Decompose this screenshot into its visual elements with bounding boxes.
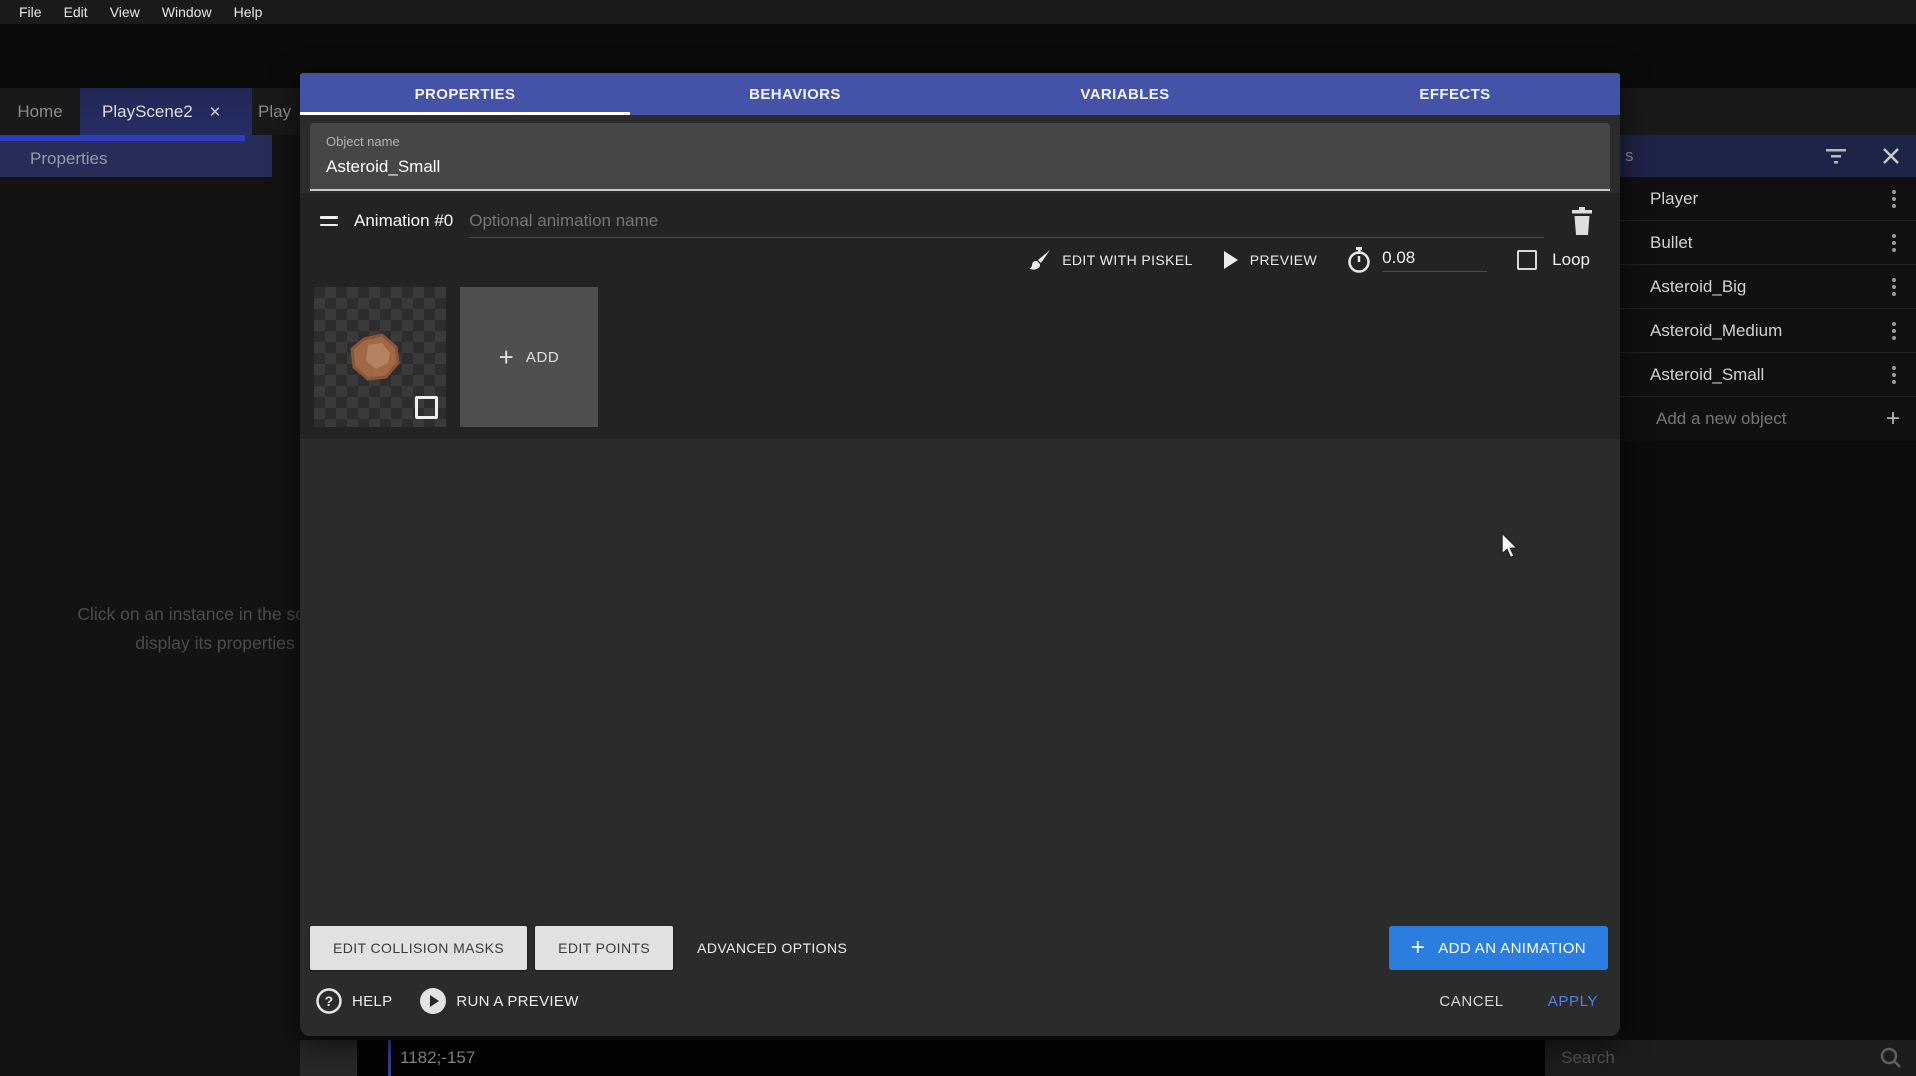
object-row-asteroid-big[interactable]: Asteroid_Big	[1620, 265, 1916, 309]
kebab-menu-icon[interactable]	[1888, 362, 1900, 388]
dialog-empty-area	[300, 439, 1620, 926]
objects-list: Player Bullet Asteroid_Big Asteroid_Medi…	[1620, 177, 1916, 441]
play-icon	[1223, 251, 1239, 269]
scene-status-bar	[300, 1040, 1545, 1076]
dialog-footer: ? HELP RUN A PREVIEW CANCEL APPLY	[300, 970, 1620, 1036]
dialog-actions: CANCEL APPLY	[1439, 993, 1598, 1010]
frame-select-checkbox[interactable]	[415, 396, 438, 419]
filter-icon[interactable]	[1824, 146, 1848, 166]
dialog-tab-bar: PROPERTIES BEHAVIORS VARIABLES EFFECTS	[300, 73, 1620, 115]
help-button[interactable]: ? HELP	[316, 988, 392, 1014]
add-frame-button[interactable]: + ADD	[460, 287, 598, 427]
time-between-frames-input[interactable]	[1382, 248, 1487, 272]
menu-window[interactable]: Window	[151, 2, 223, 22]
svg-text:?: ?	[325, 993, 334, 1009]
run-a-preview-button[interactable]: RUN A PREVIEW	[420, 988, 578, 1014]
object-row-asteroid-medium[interactable]: Asteroid_Medium	[1620, 309, 1916, 353]
animation-section: Animation #0 EDIT WITH PISKEL	[300, 193, 1620, 439]
run-preview-icon	[420, 988, 446, 1014]
dialog-buttons-row: EDIT COLLISION MASKS EDIT POINTS ADVANCE…	[300, 926, 1620, 970]
tab-home[interactable]: Home	[0, 88, 80, 135]
tab-close-icon[interactable]: ✕	[209, 103, 222, 121]
frame-thumbnail[interactable]	[314, 287, 446, 427]
object-row-bullet[interactable]: Bullet	[1620, 221, 1916, 265]
plus-icon: +	[499, 342, 514, 373]
object-row-player[interactable]: Player	[1620, 177, 1916, 221]
object-name-value[interactable]: Asteroid_Small	[326, 157, 1594, 177]
search-icon	[1880, 1047, 1902, 1069]
menu-bar: File Edit View Window Help	[0, 0, 1916, 24]
app-window: File Edit View Window Help	[0, 0, 1916, 1076]
preview-animation-button[interactable]: PREVIEW	[1223, 251, 1317, 269]
delete-animation-icon[interactable]	[1570, 207, 1594, 235]
edit-with-piskel-button[interactable]: EDIT WITH PISKEL	[1029, 249, 1193, 271]
objects-search-input[interactable]	[1545, 1048, 1880, 1068]
tab-properties[interactable]: PROPERTIES	[300, 73, 630, 115]
animation-title: Animation #0	[354, 211, 453, 231]
add-an-animation-button[interactable]: + ADD AN ANIMATION	[1389, 926, 1608, 970]
cursor-coordinates: 1182;-157	[400, 1040, 475, 1076]
brush-icon	[1029, 249, 1051, 271]
tab-variables[interactable]: VARIABLES	[960, 73, 1290, 115]
menu-edit[interactable]: Edit	[53, 2, 99, 22]
tab-effects[interactable]: EFFECTS	[1290, 73, 1620, 115]
properties-panel-header: Properties	[0, 135, 272, 177]
object-editor-dialog: PROPERTIES BEHAVIORS VARIABLES EFFECTS O…	[300, 73, 1620, 1036]
asteroid-sprite	[348, 333, 404, 385]
objects-panel-title-partial: s	[1625, 146, 1634, 166]
animation-frames-row: + ADD	[300, 283, 1620, 427]
time-between-frames-field[interactable]	[1347, 247, 1487, 273]
objects-panel-header: s	[1620, 135, 1916, 177]
edit-points-button[interactable]: EDIT POINTS	[535, 926, 673, 970]
animation-header-row: Animation #0	[300, 199, 1620, 243]
stopwatch-icon	[1347, 247, 1371, 273]
loop-checkbox[interactable]	[1517, 250, 1537, 270]
scene-status-left-block	[300, 1040, 357, 1076]
edit-collision-masks-button[interactable]: EDIT COLLISION MASKS	[310, 926, 527, 970]
object-row-asteroid-small[interactable]: Asteroid_Small	[1620, 353, 1916, 397]
kebab-menu-icon[interactable]	[1888, 274, 1900, 300]
tab-behaviors[interactable]: BEHAVIORS	[630, 73, 960, 115]
drag-handle-icon[interactable]	[320, 216, 338, 226]
cancel-button[interactable]: CANCEL	[1439, 993, 1503, 1010]
tab-playscene2[interactable]: PlayScene2 ✕	[80, 88, 252, 135]
kebab-menu-icon[interactable]	[1888, 186, 1900, 212]
object-name-field[interactable]: Object name Asteroid_Small	[310, 123, 1610, 191]
animation-controls-row: EDIT WITH PISKEL PREVIEW	[300, 243, 1620, 283]
scene-status-divider	[388, 1040, 391, 1076]
apply-button[interactable]: APPLY	[1548, 993, 1598, 1010]
objects-panel-empty-area	[1620, 441, 1916, 1040]
menu-view[interactable]: View	[99, 2, 151, 22]
close-panel-icon[interactable]	[1882, 147, 1900, 165]
kebab-menu-icon[interactable]	[1888, 318, 1900, 344]
objects-search-bar	[1545, 1040, 1916, 1076]
advanced-options-button[interactable]: ADVANCED OPTIONS	[681, 926, 863, 970]
add-new-object-row[interactable]: Add a new object +	[1620, 397, 1916, 441]
tab-playscene2-label: PlayScene2	[102, 102, 193, 122]
menu-help[interactable]: Help	[223, 2, 274, 22]
properties-panel-title: Properties	[30, 149, 107, 169]
mouse-cursor	[1500, 532, 1520, 560]
add-object-plus-icon[interactable]: +	[1886, 409, 1900, 429]
help-icon: ?	[316, 988, 342, 1014]
kebab-menu-icon[interactable]	[1888, 230, 1900, 256]
loop-toggle[interactable]: Loop	[1517, 250, 1590, 270]
object-name-label: Object name	[326, 134, 1594, 149]
menu-file[interactable]: File	[8, 2, 53, 22]
active-panel-accent-strip	[0, 135, 245, 141]
animation-name-input[interactable]	[469, 204, 1544, 238]
